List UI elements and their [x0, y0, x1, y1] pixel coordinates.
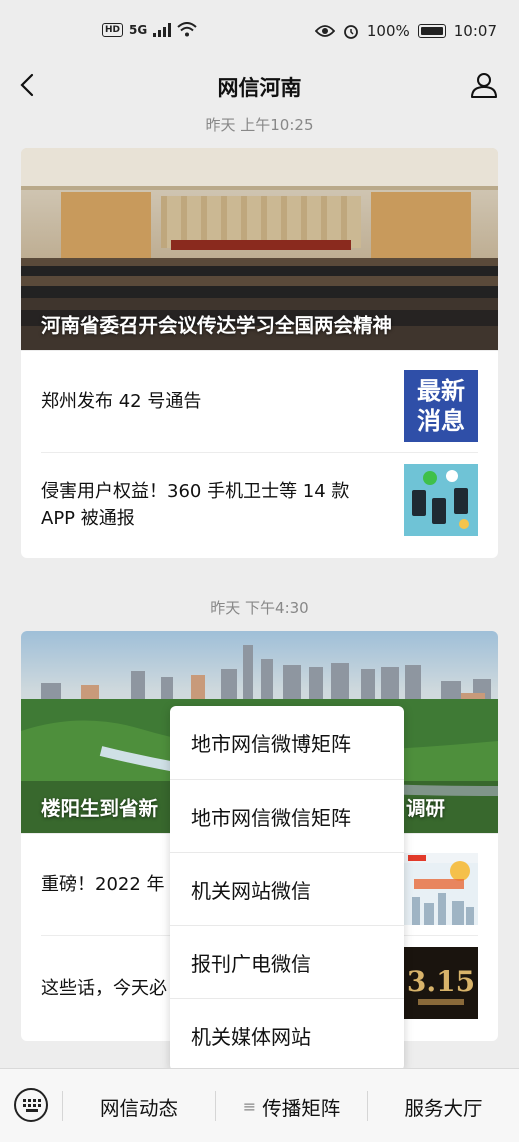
tab-news[interactable]: 网信动态 [63, 1069, 215, 1142]
keyboard-icon[interactable] [14, 1088, 48, 1122]
menu-item-city-wechat-matrix[interactable]: 地市网信微信矩阵 [170, 779, 404, 852]
feed-timestamp: 昨天 下午4:30 [210, 599, 309, 617]
status-bar: HD 5G 100% 10:07 [0, 0, 519, 64]
latest-news-thumbnail: 最新 消息 [404, 370, 478, 442]
status-left: HD 5G [102, 22, 197, 37]
hero-title: 河南省委召开会议传达学习全国两会精神 [41, 314, 393, 337]
clock: 10:07 [453, 22, 497, 40]
status-right: 100% 10:07 [314, 22, 497, 40]
profile-icon[interactable] [469, 70, 499, 100]
list-item[interactable]: 郑州发布 42 号通告 最新 消息 [21, 350, 498, 452]
thumb-text-line: 消息 [417, 407, 465, 435]
hero-title-left: 楼阳生到省新 [41, 797, 159, 820]
hd-badge: HD [102, 22, 124, 37]
alarm-icon [343, 25, 358, 39]
article-title: 郑州发布 42 号通告 [41, 391, 202, 412]
article-card: 河南省委召开会议传达学习全国两会精神 郑州发布 42 号通告 最新 消息 侵害用… [21, 148, 498, 558]
eye-icon [314, 25, 335, 37]
tab-matrix[interactable]: ≡ 传播矩阵 [216, 1069, 367, 1142]
menu-item-press-broadcast-wechat[interactable]: 报刊广电微信 [170, 925, 404, 998]
menu-lines-icon: ≡ [242, 1096, 257, 1116]
hero-article[interactable]: 河南省委召开会议传达学习全国两会精神 [21, 148, 498, 350]
battery-icon [417, 24, 446, 38]
feed-timestamp: 昨天 上午10:25 [205, 116, 314, 134]
nav-bar: 网信河南 [0, 64, 519, 108]
menu-item-city-weibo-matrix[interactable]: 地市网信微博矩阵 [170, 706, 404, 779]
signal-icon [153, 22, 172, 37]
article-title: 侵害用户权益！360 手机卫士等 14 款 APP 被通报 [41, 481, 350, 529]
bottom-menu-bar: 网信动态 ≡ 传播矩阵 服务大厅 [0, 1068, 519, 1142]
menu-item-agency-website-wechat[interactable]: 机关网站微信 [170, 852, 404, 925]
phone-apps-thumbnail [404, 464, 478, 536]
hero-title-right: 调研 [406, 797, 446, 820]
thumb-text-line: 最新 [417, 377, 465, 405]
menu-item-agency-media-website[interactable]: 机关媒体网站 [170, 998, 404, 1071]
matrix-popup-menu: 地市网信微博矩阵 地市网信微信矩阵 机关网站微信 报刊广电微信 机关媒体网站 [170, 706, 404, 1071]
list-item[interactable]: 侵害用户权益！360 手机卫士等 14 款 APP 被通报 [21, 452, 498, 558]
report-thumbnail [404, 853, 478, 925]
tab-matrix-label: 传播矩阵 [262, 1096, 341, 1120]
consumer-day-thumbnail: 3.15 [404, 947, 478, 1019]
wifi-icon [177, 22, 197, 37]
page-title: 网信河南 [217, 76, 302, 100]
tab-service-hall[interactable]: 服务大厅 [368, 1069, 519, 1142]
svg-text:3.15: 3.15 [407, 965, 475, 998]
network-type: 5G [129, 22, 148, 37]
battery-percent: 100% [366, 22, 410, 40]
